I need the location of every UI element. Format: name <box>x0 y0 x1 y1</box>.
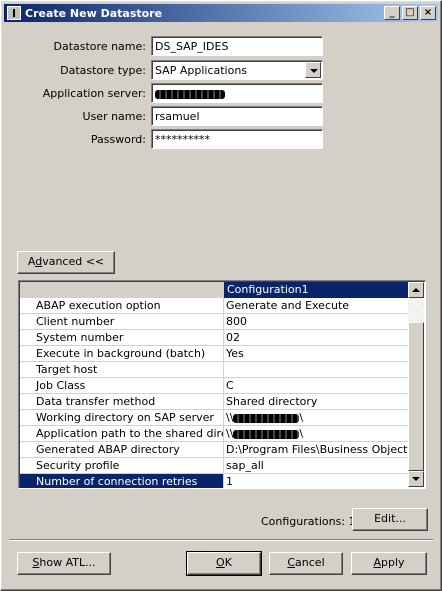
grid-row-property: Target host <box>20 362 224 378</box>
grid-header-row: Configuration1 <box>20 282 408 298</box>
chevron-down-icon[interactable] <box>305 62 321 78</box>
grid-row-property: Security profile <box>20 458 224 474</box>
datastore-name-value: DS_SAP_IDES <box>155 40 229 53</box>
footer-divider <box>9 539 433 541</box>
grid-row-value[interactable]: 1 <box>224 474 408 488</box>
redacted-server-name <box>155 89 225 99</box>
grid-row-property: Job Class <box>20 378 224 394</box>
password-field[interactable]: ********** <box>151 129 323 149</box>
ok-button[interactable]: OK <box>186 551 262 576</box>
show-atl-label: how ATL... <box>39 556 96 569</box>
password-value: ********** <box>155 133 210 146</box>
datastore-type-select[interactable]: SAP Applications <box>151 60 323 80</box>
grid-row-property: System number <box>20 330 224 346</box>
cancel-label: ancel <box>295 556 325 569</box>
grid-row[interactable]: Client number 800 <box>20 314 408 330</box>
grid-row-property: Application path to the shared director <box>20 426 224 442</box>
grid-row-property: Number of connection retries <box>20 474 224 488</box>
grid-header-configuration[interactable]: Configuration1 <box>224 282 408 298</box>
grid-row[interactable]: Working directory on SAP server \\ \ <box>20 410 408 426</box>
grid-row[interactable]: Generated ABAP directory D:\Program Files… <box>20 442 408 458</box>
grid-row-value[interactable]: Yes <box>224 346 408 362</box>
cancel-button[interactable]: Cancel <box>269 552 343 575</box>
window-title: Create New Datastore <box>25 6 163 20</box>
minimize-button[interactable]: _ <box>384 6 400 20</box>
advanced-label-rest: vanced << <box>42 255 105 268</box>
grid-row-property: Data transfer method <box>20 394 224 410</box>
edit-configurations-button[interactable]: Edit... <box>352 508 428 531</box>
path-suffix: \ <box>299 411 304 424</box>
grid-row-property: Execute in background (batch) <box>20 346 224 362</box>
grid-row-value[interactable]: \\ \ <box>224 426 408 442</box>
grid-row-value[interactable]: Generate and Execute <box>224 298 408 314</box>
grid-row-value[interactable] <box>224 362 408 378</box>
apply-mnemonic: A <box>373 556 381 569</box>
grid-vertical-scrollbar[interactable] <box>408 282 424 487</box>
close-button[interactable]: × <box>420 6 436 20</box>
configurations-count: Configurations: 1 <box>261 515 356 528</box>
grid-row[interactable]: System number 02 <box>20 330 408 346</box>
scroll-down-icon[interactable] <box>408 471 424 487</box>
apply-label: pply <box>381 556 405 569</box>
create-datastore-window: Create New Datastore _ □ × Datastore nam… <box>0 0 442 591</box>
grid-row-value[interactable]: D:\Program Files\Business Objects\Bu <box>224 442 408 458</box>
show-atl-button[interactable]: Show ATL... <box>17 552 111 575</box>
grid-row[interactable]: Security profile sap_all <box>20 458 408 474</box>
grid-row-value[interactable]: 800 <box>224 314 408 330</box>
apply-button[interactable]: Apply <box>351 552 427 575</box>
grid-row-value[interactable]: C <box>224 378 408 394</box>
advanced-button[interactable]: Advanced << <box>17 251 115 274</box>
password-label: Password: <box>90 133 146 146</box>
grid-row[interactable]: Execute in background (batch) Yes <box>20 346 408 362</box>
grid-row-value[interactable]: 02 <box>224 330 408 346</box>
grid-row-property: Working directory on SAP server <box>20 410 224 426</box>
maximize-button[interactable]: □ <box>402 6 418 20</box>
grid-row[interactable]: Job Class C <box>20 378 408 394</box>
redacted-server-name <box>233 413 300 423</box>
cancel-mnemonic: C <box>287 556 296 569</box>
datastore-name-field[interactable]: DS_SAP_IDES <box>151 36 323 56</box>
scroll-up-icon[interactable] <box>408 282 424 298</box>
path-prefix: \\ <box>226 427 234 440</box>
ok-mnemonic: O <box>216 556 225 569</box>
grid-header-blank <box>20 282 224 298</box>
datastore-name-label: Datastore name: <box>53 40 147 53</box>
user-name-field[interactable]: rsamuel <box>151 106 323 126</box>
grid-row-property: ABAP execution option <box>20 298 224 314</box>
user-name-value: rsamuel <box>155 110 200 123</box>
grid-row[interactable]: Application path to the shared director\… <box>20 426 408 442</box>
path-suffix: \ <box>299 427 304 440</box>
title-bar[interactable]: Create New Datastore _ □ × <box>4 4 438 22</box>
grid-row-value[interactable]: Shared directory <box>224 394 408 410</box>
redacted-server-name <box>233 429 300 439</box>
path-prefix: \\ <box>226 411 234 424</box>
ok-label: K <box>224 556 232 569</box>
scroll-thumb[interactable] <box>408 322 424 471</box>
application-server-field[interactable] <box>151 83 323 103</box>
grid-row[interactable]: Data transfer method Shared directory <box>20 394 408 410</box>
configuration-grid[interactable]: Configuration1 ABAP execution option Gene… <box>18 280 426 489</box>
datastore-type-value: SAP Applications <box>155 64 248 77</box>
app-icon <box>7 6 21 20</box>
grid-row[interactable]: Target host <box>20 362 408 378</box>
grid-row-property: Generated ABAP directory <box>20 442 224 458</box>
grid-row-value[interactable]: \\ \ <box>224 410 408 426</box>
grid-row[interactable]: ABAP execution option Generate and Execut… <box>20 298 408 314</box>
application-server-label: Application server: <box>42 87 146 100</box>
user-name-label: User name: <box>82 110 146 123</box>
datastore-type-label: Datastore type: <box>60 64 146 77</box>
grid-row[interactable]: Number of connection retries 1 <box>20 474 408 488</box>
grid-row-property: Client number <box>20 314 224 330</box>
grid-row-value[interactable]: sap_all <box>224 458 408 474</box>
